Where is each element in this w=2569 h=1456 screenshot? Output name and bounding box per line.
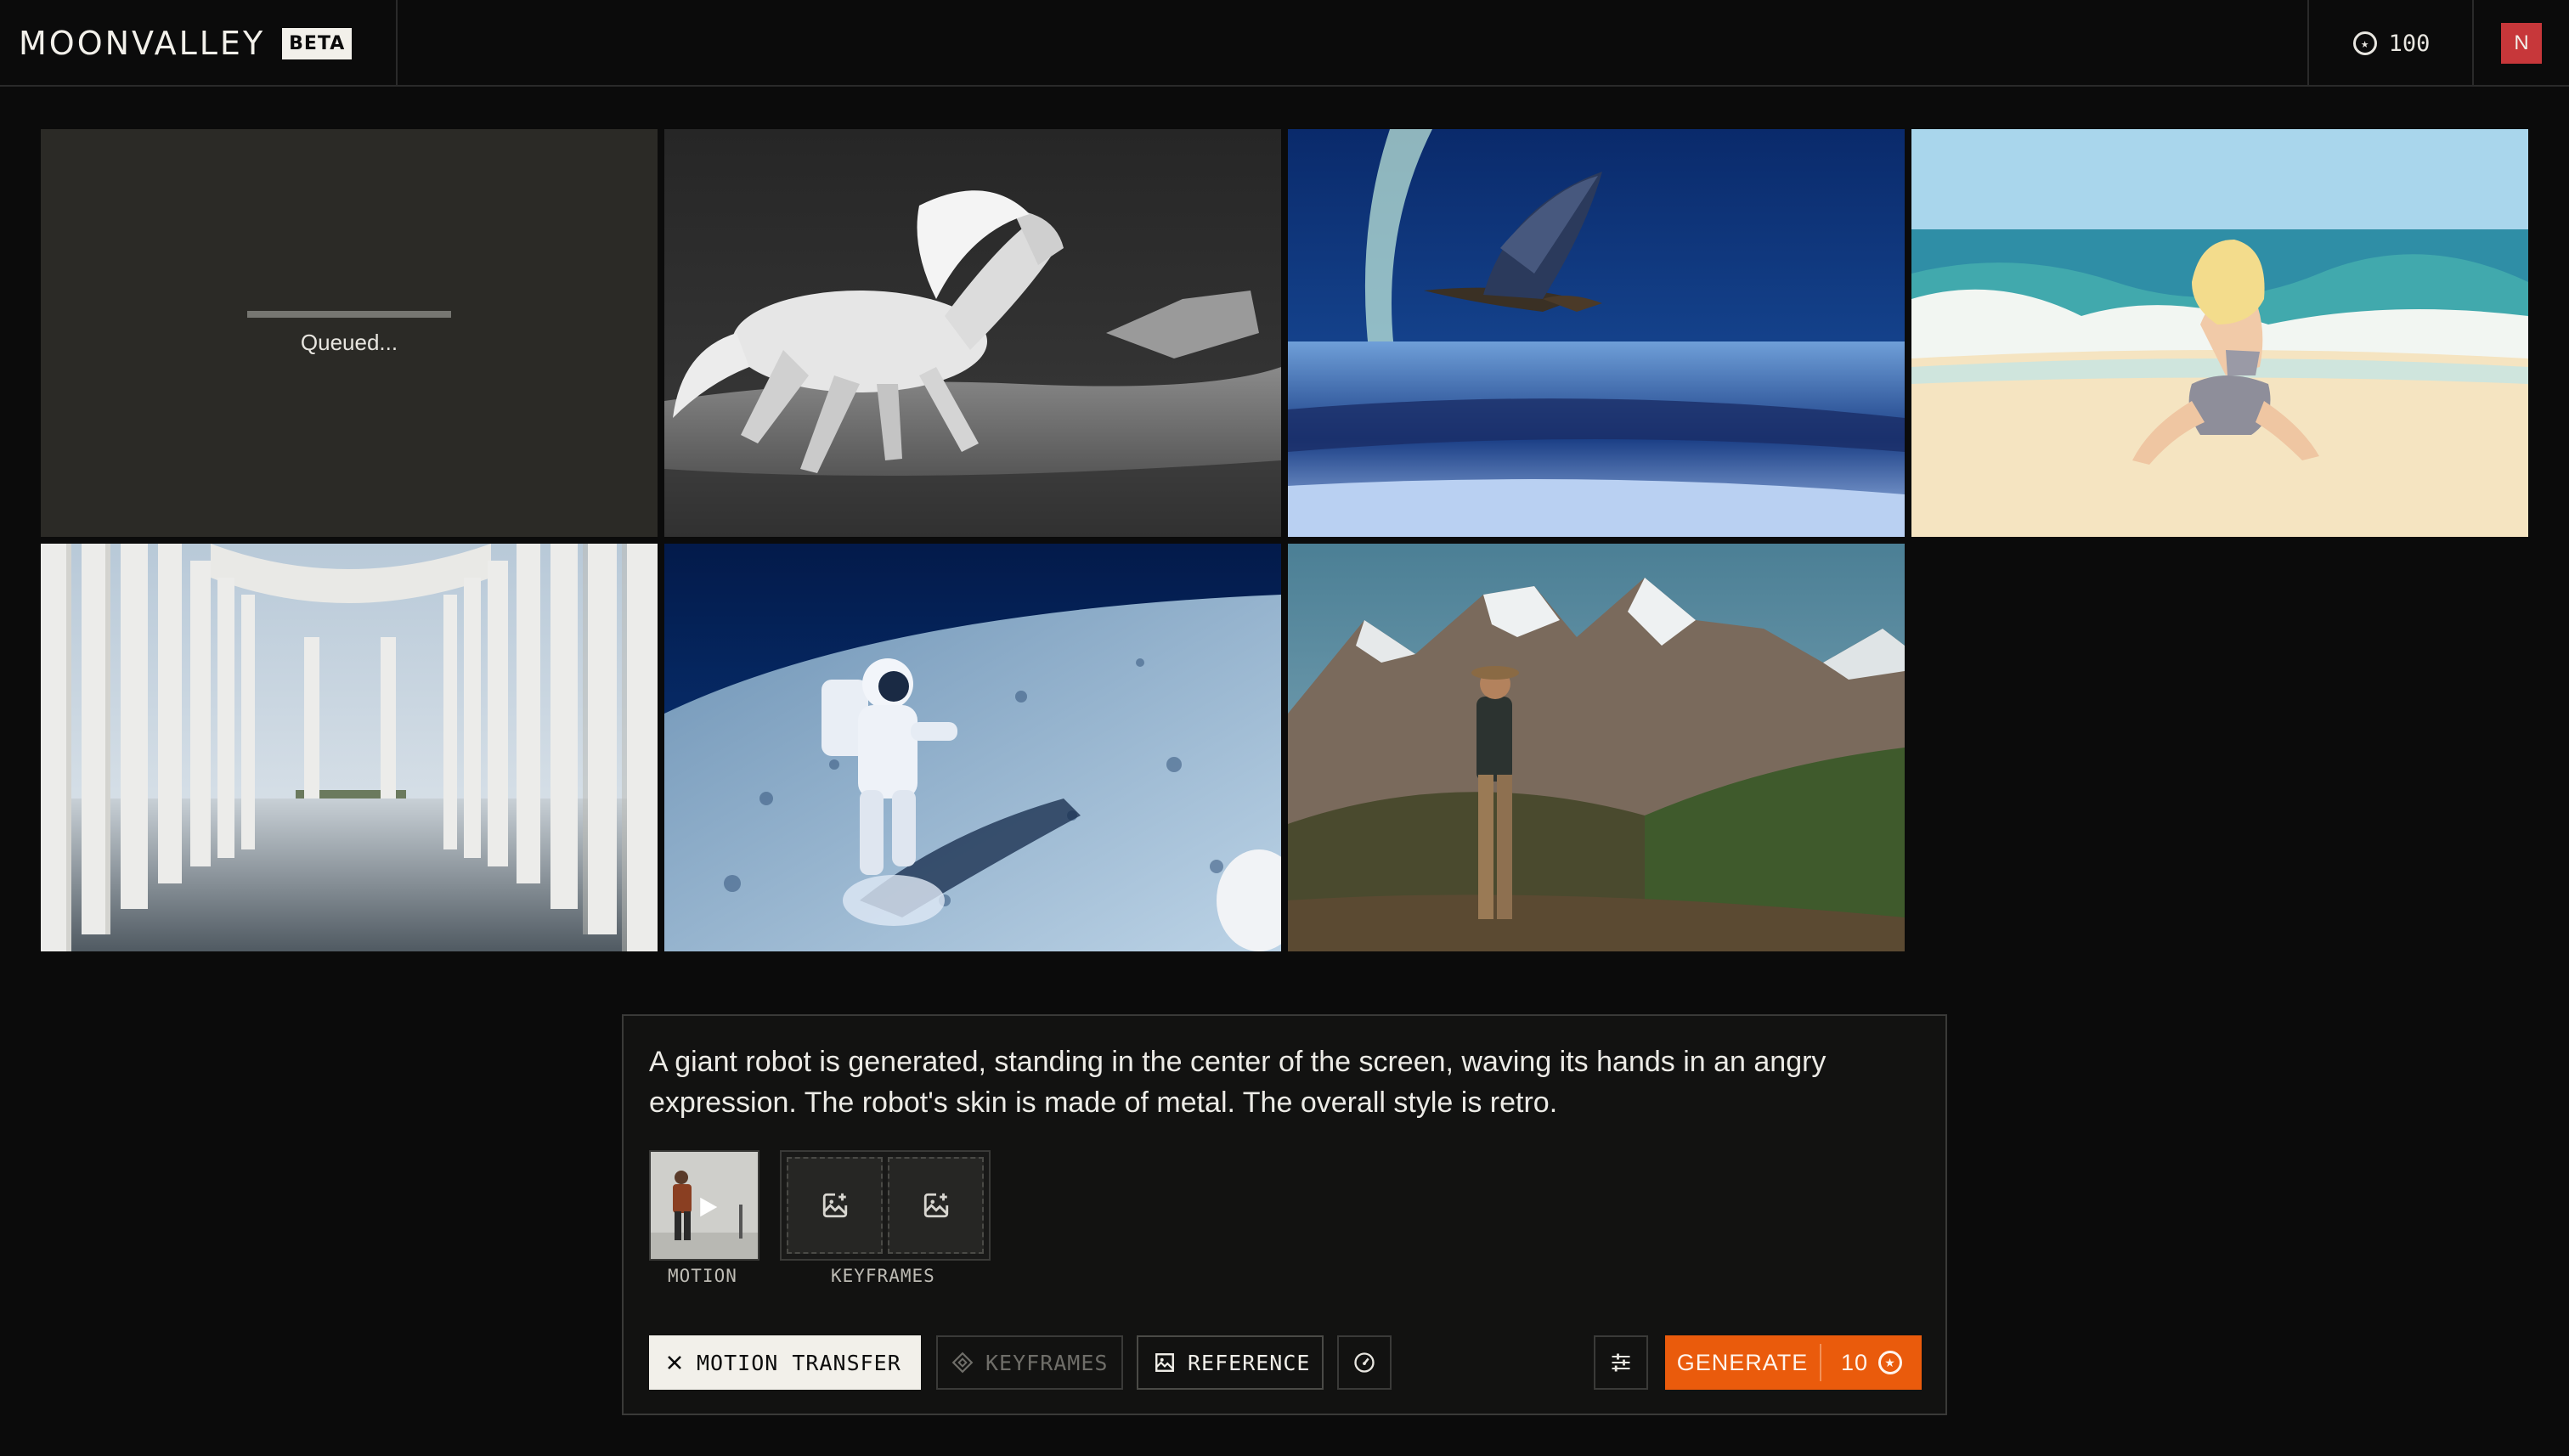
- keyframe-slot-start[interactable]: [787, 1157, 883, 1254]
- keyframes-button-label: KEYFRAMES: [985, 1350, 1109, 1375]
- logo[interactable]: MOONVALLEY BETA: [19, 25, 353, 62]
- reference-button-label: REFERENCE: [1188, 1350, 1311, 1375]
- image-icon: [1154, 1352, 1176, 1374]
- keyframes-slots: [780, 1150, 991, 1261]
- close-icon[interactable]: [664, 1352, 685, 1373]
- motion-video-thumbnail[interactable]: [649, 1150, 759, 1261]
- credits-counter[interactable]: ★ 100: [2311, 0, 2472, 87]
- motion-label: MOTION: [668, 1266, 737, 1286]
- beta-badge: BETA: [282, 27, 353, 59]
- keyframes-label: KEYFRAMES: [831, 1266, 935, 1286]
- beach-video-thumbnail: [1911, 129, 2528, 537]
- keyframes-button[interactable]: KEYFRAMES: [936, 1335, 1123, 1390]
- avatar[interactable]: N: [2501, 23, 2542, 64]
- generate-label: GENERATE: [1676, 1349, 1809, 1375]
- gallery-tile-queued[interactable]: Queued...: [41, 129, 658, 537]
- prompt-panel: A giant robot is generated, standing in …: [622, 1014, 1947, 1415]
- generate-cost: 10 ★: [1821, 1350, 1922, 1376]
- mountains-video-thumbnail: [1288, 544, 1905, 951]
- credit-coin-icon: ★: [2352, 31, 2377, 55]
- prompt-input[interactable]: A giant robot is generated, standing in …: [649, 1041, 1906, 1123]
- gallery-tile-astronaut[interactable]: [664, 544, 1281, 951]
- gallery-tile-mountains[interactable]: [1288, 544, 1905, 951]
- hawk-video-thumbnail: [1288, 129, 1905, 537]
- header-divider: [396, 0, 398, 87]
- generate-cost-value: 10: [1840, 1349, 1869, 1375]
- queue-status: Queued...: [300, 329, 398, 355]
- motion-transfer-button[interactable]: MOTION TRANSFER: [649, 1335, 921, 1390]
- play-icon[interactable]: [695, 1194, 720, 1220]
- brand-name: MOONVALLEY: [19, 25, 266, 62]
- settings-button[interactable]: [1594, 1335, 1648, 1390]
- header-divider: [2472, 0, 2474, 87]
- reference-button[interactable]: REFERENCE: [1137, 1335, 1324, 1390]
- columns-video-thumbnail: [41, 544, 658, 951]
- gallery-tile-hawk[interactable]: [1288, 129, 1905, 537]
- horse-video-thumbnail: [664, 129, 1281, 537]
- top-bar: MOONVALLEY BETA ★ 100 N: [0, 0, 2569, 87]
- add-image-icon: [923, 1193, 948, 1218]
- add-image-icon: [822, 1193, 847, 1218]
- motion-transfer-label: MOTION TRANSFER: [697, 1350, 901, 1375]
- gauge-icon: [1354, 1352, 1375, 1373]
- credits-value: 100: [2388, 30, 2431, 57]
- keyframe-slot-end[interactable]: [888, 1157, 984, 1254]
- gallery-tile-columns[interactable]: [41, 544, 658, 951]
- header-divider: [2307, 0, 2309, 87]
- credit-coin-icon: ★: [1878, 1351, 1903, 1374]
- gallery-tile-beach[interactable]: [1911, 129, 2528, 537]
- gallery-tile-horse[interactable]: [664, 129, 1281, 537]
- queue-progress-bar: [247, 310, 451, 318]
- generate-button[interactable]: GENERATE 10 ★: [1665, 1335, 1922, 1390]
- astronaut-video-thumbnail: [664, 544, 1281, 951]
- sliders-icon: [1612, 1353, 1630, 1372]
- keyframe-diamond-icon: [951, 1352, 974, 1374]
- speed-button[interactable]: [1337, 1335, 1392, 1390]
